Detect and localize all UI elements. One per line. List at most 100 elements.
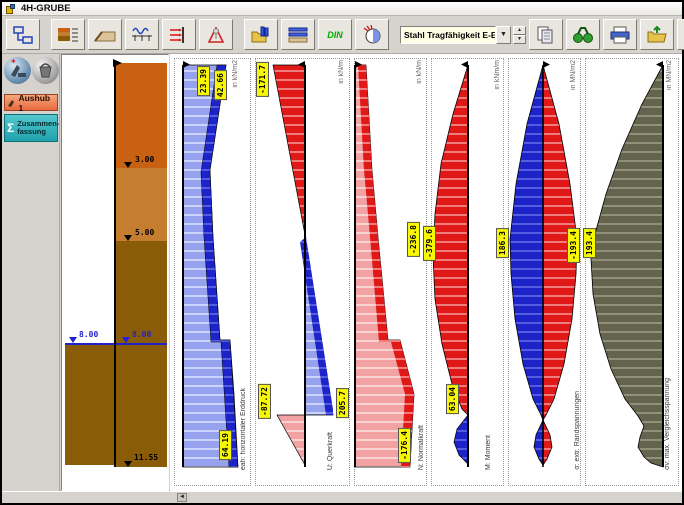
copy-pages-button[interactable] bbox=[529, 19, 563, 50]
value-label: 42.66 bbox=[214, 70, 227, 100]
toolbar: DIN Stahl Tragfähigkeit E-E ▼ ▲ ▼ bbox=[2, 16, 682, 54]
print-button[interactable] bbox=[603, 19, 637, 50]
scroll-left-icon[interactable]: ◄ bbox=[177, 493, 187, 502]
din-button[interactable]: DIN bbox=[318, 19, 352, 50]
soil-layers-icon bbox=[57, 25, 79, 45]
diagram-area: in kN/m2 in kN/m in kN/m in kNm/m in MN/… bbox=[170, 54, 682, 491]
combobox-value[interactable]: Stahl Tragfähigkeit E-E bbox=[400, 26, 496, 44]
sidebar-item-aushub-1[interactable]: Aushub 1 bbox=[4, 94, 58, 111]
sidebar-item-zusammenfassung[interactable]: Σ Zusammen- fassung bbox=[4, 114, 58, 142]
axis-label-moment: M: Moment bbox=[485, 435, 492, 470]
title-bar: 4H-GRUBE bbox=[2, 2, 682, 16]
value-label: 64.19 bbox=[219, 430, 232, 460]
wall-line bbox=[114, 63, 116, 467]
value-label: -193.4 bbox=[567, 228, 580, 263]
unit-label-2: in kN/m bbox=[338, 60, 345, 84]
soil-layers-button[interactable] bbox=[51, 19, 85, 50]
panel-randspannungen bbox=[508, 58, 581, 486]
export-button[interactable] bbox=[640, 19, 674, 50]
depth-5m: 5.00 bbox=[135, 228, 154, 237]
slope-icon bbox=[94, 25, 116, 45]
bench-wall-button[interactable] bbox=[281, 19, 315, 50]
marker-3m-icon bbox=[124, 162, 132, 168]
unit-label-4: in kNm/m bbox=[494, 60, 501, 90]
unit-label-1: in kN/m2 bbox=[232, 60, 239, 88]
axis-label-vergleichsspannung: σv: max. Vergleichsspannung bbox=[664, 378, 671, 470]
marker-toe-icon bbox=[124, 461, 132, 467]
shovel-icon bbox=[7, 98, 16, 108]
axis-label-normalkraft: N: Normalkraft bbox=[418, 425, 425, 470]
marker-5m-icon bbox=[124, 235, 132, 241]
marker-water-left-icon bbox=[69, 337, 77, 343]
unit-label-6: in MN/m2 bbox=[666, 60, 673, 90]
value-label: 63.04 bbox=[446, 384, 459, 414]
search-button[interactable] bbox=[566, 19, 600, 50]
export-folder-icon bbox=[646, 25, 668, 45]
value-label: -176.4 bbox=[398, 428, 411, 463]
value-label: 186.3 bbox=[496, 228, 509, 258]
bench-wall-icon bbox=[287, 25, 309, 45]
soil-left-below bbox=[65, 345, 114, 465]
flowchart-button[interactable] bbox=[6, 19, 40, 50]
app-window: 4H-GRUBE DIN bbox=[0, 0, 684, 505]
axis-label-erddruck: eah: horizontaler Erddruck bbox=[240, 388, 247, 470]
wall-loads-button[interactable] bbox=[162, 19, 196, 50]
panel-normalkraft bbox=[354, 58, 427, 486]
value-label: -236.8 bbox=[407, 222, 420, 257]
depth-3m: 3.00 bbox=[135, 155, 154, 164]
printer-icon bbox=[609, 25, 631, 45]
din-icon: DIN bbox=[327, 30, 343, 40]
plumb-icon bbox=[205, 25, 227, 45]
result-type-combobox[interactable]: Stahl Tragfähigkeit E-E ▼ ▲ ▼ bbox=[400, 25, 526, 45]
wall-top-flag bbox=[113, 59, 123, 68]
slope-button[interactable] bbox=[88, 19, 122, 50]
value-label: -379.6 bbox=[423, 226, 436, 261]
sigma-icon: Σ bbox=[7, 121, 14, 135]
water-line bbox=[65, 343, 167, 345]
copy-pages-icon bbox=[535, 25, 557, 45]
bucket-icon bbox=[32, 57, 59, 84]
value-label: 205.7 bbox=[336, 388, 349, 418]
axis-label-querkraft: U: Querkraft bbox=[327, 432, 334, 470]
help-button[interactable] bbox=[677, 19, 684, 50]
flowchart-icon bbox=[12, 25, 34, 45]
window-title: 4H-GRUBE bbox=[21, 3, 71, 14]
bedding-icon bbox=[131, 25, 153, 45]
plumb-button[interactable] bbox=[199, 19, 233, 50]
water-depth-left: 8.00 bbox=[79, 330, 98, 339]
value-label: -87.72 bbox=[258, 384, 271, 419]
app-icon bbox=[6, 4, 16, 14]
soil-layer-1 bbox=[116, 63, 167, 168]
water-depth-right: 8.00 bbox=[132, 330, 151, 339]
unit-label-3: in kN/m bbox=[416, 60, 423, 84]
chevron-down-icon[interactable]: ▼ bbox=[496, 26, 511, 44]
sidebar: ✶ Aushub 1 Σ Zusammen- fassung bbox=[2, 54, 60, 491]
panel-querkraft bbox=[255, 58, 350, 486]
spark-icon: ✶ bbox=[10, 57, 17, 66]
marker-water-right-icon bbox=[122, 337, 130, 343]
value-label: -171.7 bbox=[256, 62, 269, 97]
bedding-button[interactable] bbox=[125, 19, 159, 50]
pie-section-icon bbox=[361, 25, 383, 45]
digger-icon bbox=[4, 57, 31, 84]
binoculars-icon bbox=[572, 25, 594, 45]
panel-moment bbox=[431, 58, 504, 486]
bucket-button[interactable] bbox=[32, 57, 59, 84]
soil-profile-panel: 3.00 5.00 8.00 8.00 11.55 bbox=[61, 54, 169, 491]
result-spinner[interactable]: ▲ ▼ bbox=[513, 26, 526, 44]
soil-layer-3 bbox=[116, 241, 167, 467]
spinner-down-icon[interactable]: ▼ bbox=[513, 35, 526, 44]
folder-wall-button[interactable] bbox=[244, 19, 278, 50]
spinner-up-icon[interactable]: ▲ bbox=[513, 26, 526, 35]
new-state-button[interactable]: ✶ bbox=[4, 57, 31, 84]
axis-label-randspannungen: σ: extr. Randspannungen bbox=[574, 391, 581, 470]
wall-loads-icon bbox=[168, 25, 190, 45]
zusammenfassung-label: Zusammen- fassung bbox=[17, 120, 59, 136]
depth-toe: 11.55 bbox=[134, 453, 158, 462]
value-label: 193.4 bbox=[583, 228, 596, 258]
aushub-label: Aushub 1 bbox=[18, 93, 55, 113]
folder-wall-icon bbox=[250, 25, 272, 45]
pie-section-button[interactable] bbox=[355, 19, 389, 50]
unit-label-5: in MN/m2 bbox=[570, 60, 577, 90]
value-label: 23.39 bbox=[197, 66, 210, 96]
